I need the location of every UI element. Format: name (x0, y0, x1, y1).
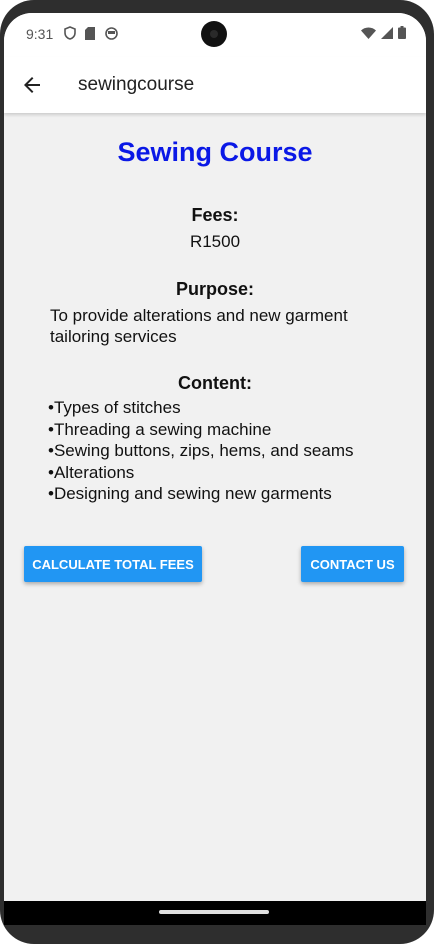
device-frame: 9:31 sewingcourse Sewing Course Fees: R1… (0, 0, 434, 944)
fees-value: R1500 (189, 232, 241, 251)
front-camera (201, 21, 227, 47)
list-item: Threading a sewing machine (48, 419, 418, 441)
status-left-icons (64, 26, 118, 40)
content-list: Types of stitches Threading a sewing mac… (48, 397, 418, 505)
screen: 9:31 sewingcourse Sewing Course Fees: R1… (4, 13, 426, 901)
purpose-label: Purpose: (175, 279, 254, 299)
signal-icon (381, 26, 393, 39)
app-bar-title: sewingcourse (78, 74, 195, 95)
purpose-text: To provide alterations and new garment t… (50, 306, 348, 346)
status-right-icons (361, 26, 406, 39)
fees-label: Fees: (191, 205, 239, 225)
calculate-total-fees-button[interactable]: CALCULATE TOTAL FEES (24, 546, 202, 582)
circle-face-icon (105, 26, 118, 40)
arrow-left-icon[interactable] (20, 73, 44, 97)
navigation-bar (4, 901, 426, 925)
status-time: 9:31 (26, 26, 54, 42)
list-item: Sewing buttons, zips, hems, and seams (48, 440, 418, 462)
list-item: Designing and sewing new garments (48, 483, 418, 505)
contact-us-button[interactable]: CONTACT US (301, 546, 404, 582)
status-bar: 9:31 (4, 13, 426, 57)
list-item: Types of stitches (48, 397, 418, 419)
list-item: Alterations (48, 462, 418, 484)
course-title: Sewing Course (117, 137, 313, 167)
wifi-icon (361, 27, 376, 39)
home-gesture-handle[interactable] (159, 910, 269, 914)
shield-icon (64, 26, 76, 40)
sd-card-icon (85, 26, 95, 40)
app-bar: sewingcourse (4, 57, 426, 113)
battery-icon (398, 26, 406, 39)
content-label: Content: (178, 373, 252, 393)
